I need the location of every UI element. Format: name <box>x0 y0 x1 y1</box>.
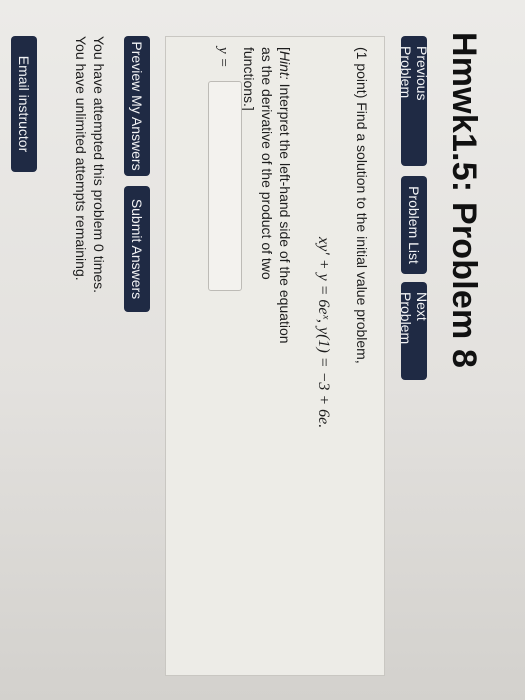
attempts-remaining-text: You have unlimited attempts remaining. <box>73 36 89 281</box>
hint-text: Interpret the left-hand side of the equa… <box>241 47 293 344</box>
previous-problem-button[interactable]: Previous Problem <box>398 36 430 166</box>
answer-input[interactable] <box>208 81 242 291</box>
problem-equation: xy′ + y = 6eˣ, y(1) = −3 + 6e. <box>315 237 332 429</box>
hint-label: Hint: <box>277 50 293 80</box>
next-problem-button[interactable]: Next Problem <box>398 282 430 380</box>
email-instructor-button[interactable]: Email instructor <box>11 36 37 172</box>
submit-answers-button[interactable]: Submit Answers <box>124 186 150 312</box>
problem-box: (1 point) Find a solution to the initial… <box>165 36 385 676</box>
problem-hint: [Hint: Interpret the left-hand side of t… <box>240 47 294 347</box>
problem-intro: (1 point) Find a solution to the initial… <box>354 47 370 364</box>
attempts-count-text: You have attempted this problem 0 times. <box>91 36 107 294</box>
preview-answers-button[interactable]: Preview My Answers <box>124 36 150 176</box>
problem-page: Hmwk1.5: Problem 8 Previous Problem Prob… <box>0 0 525 700</box>
answer-label: y = <box>215 47 231 68</box>
problem-list-button[interactable]: Problem List <box>401 176 427 274</box>
page-title: Hmwk1.5: Problem 8 <box>445 32 483 369</box>
